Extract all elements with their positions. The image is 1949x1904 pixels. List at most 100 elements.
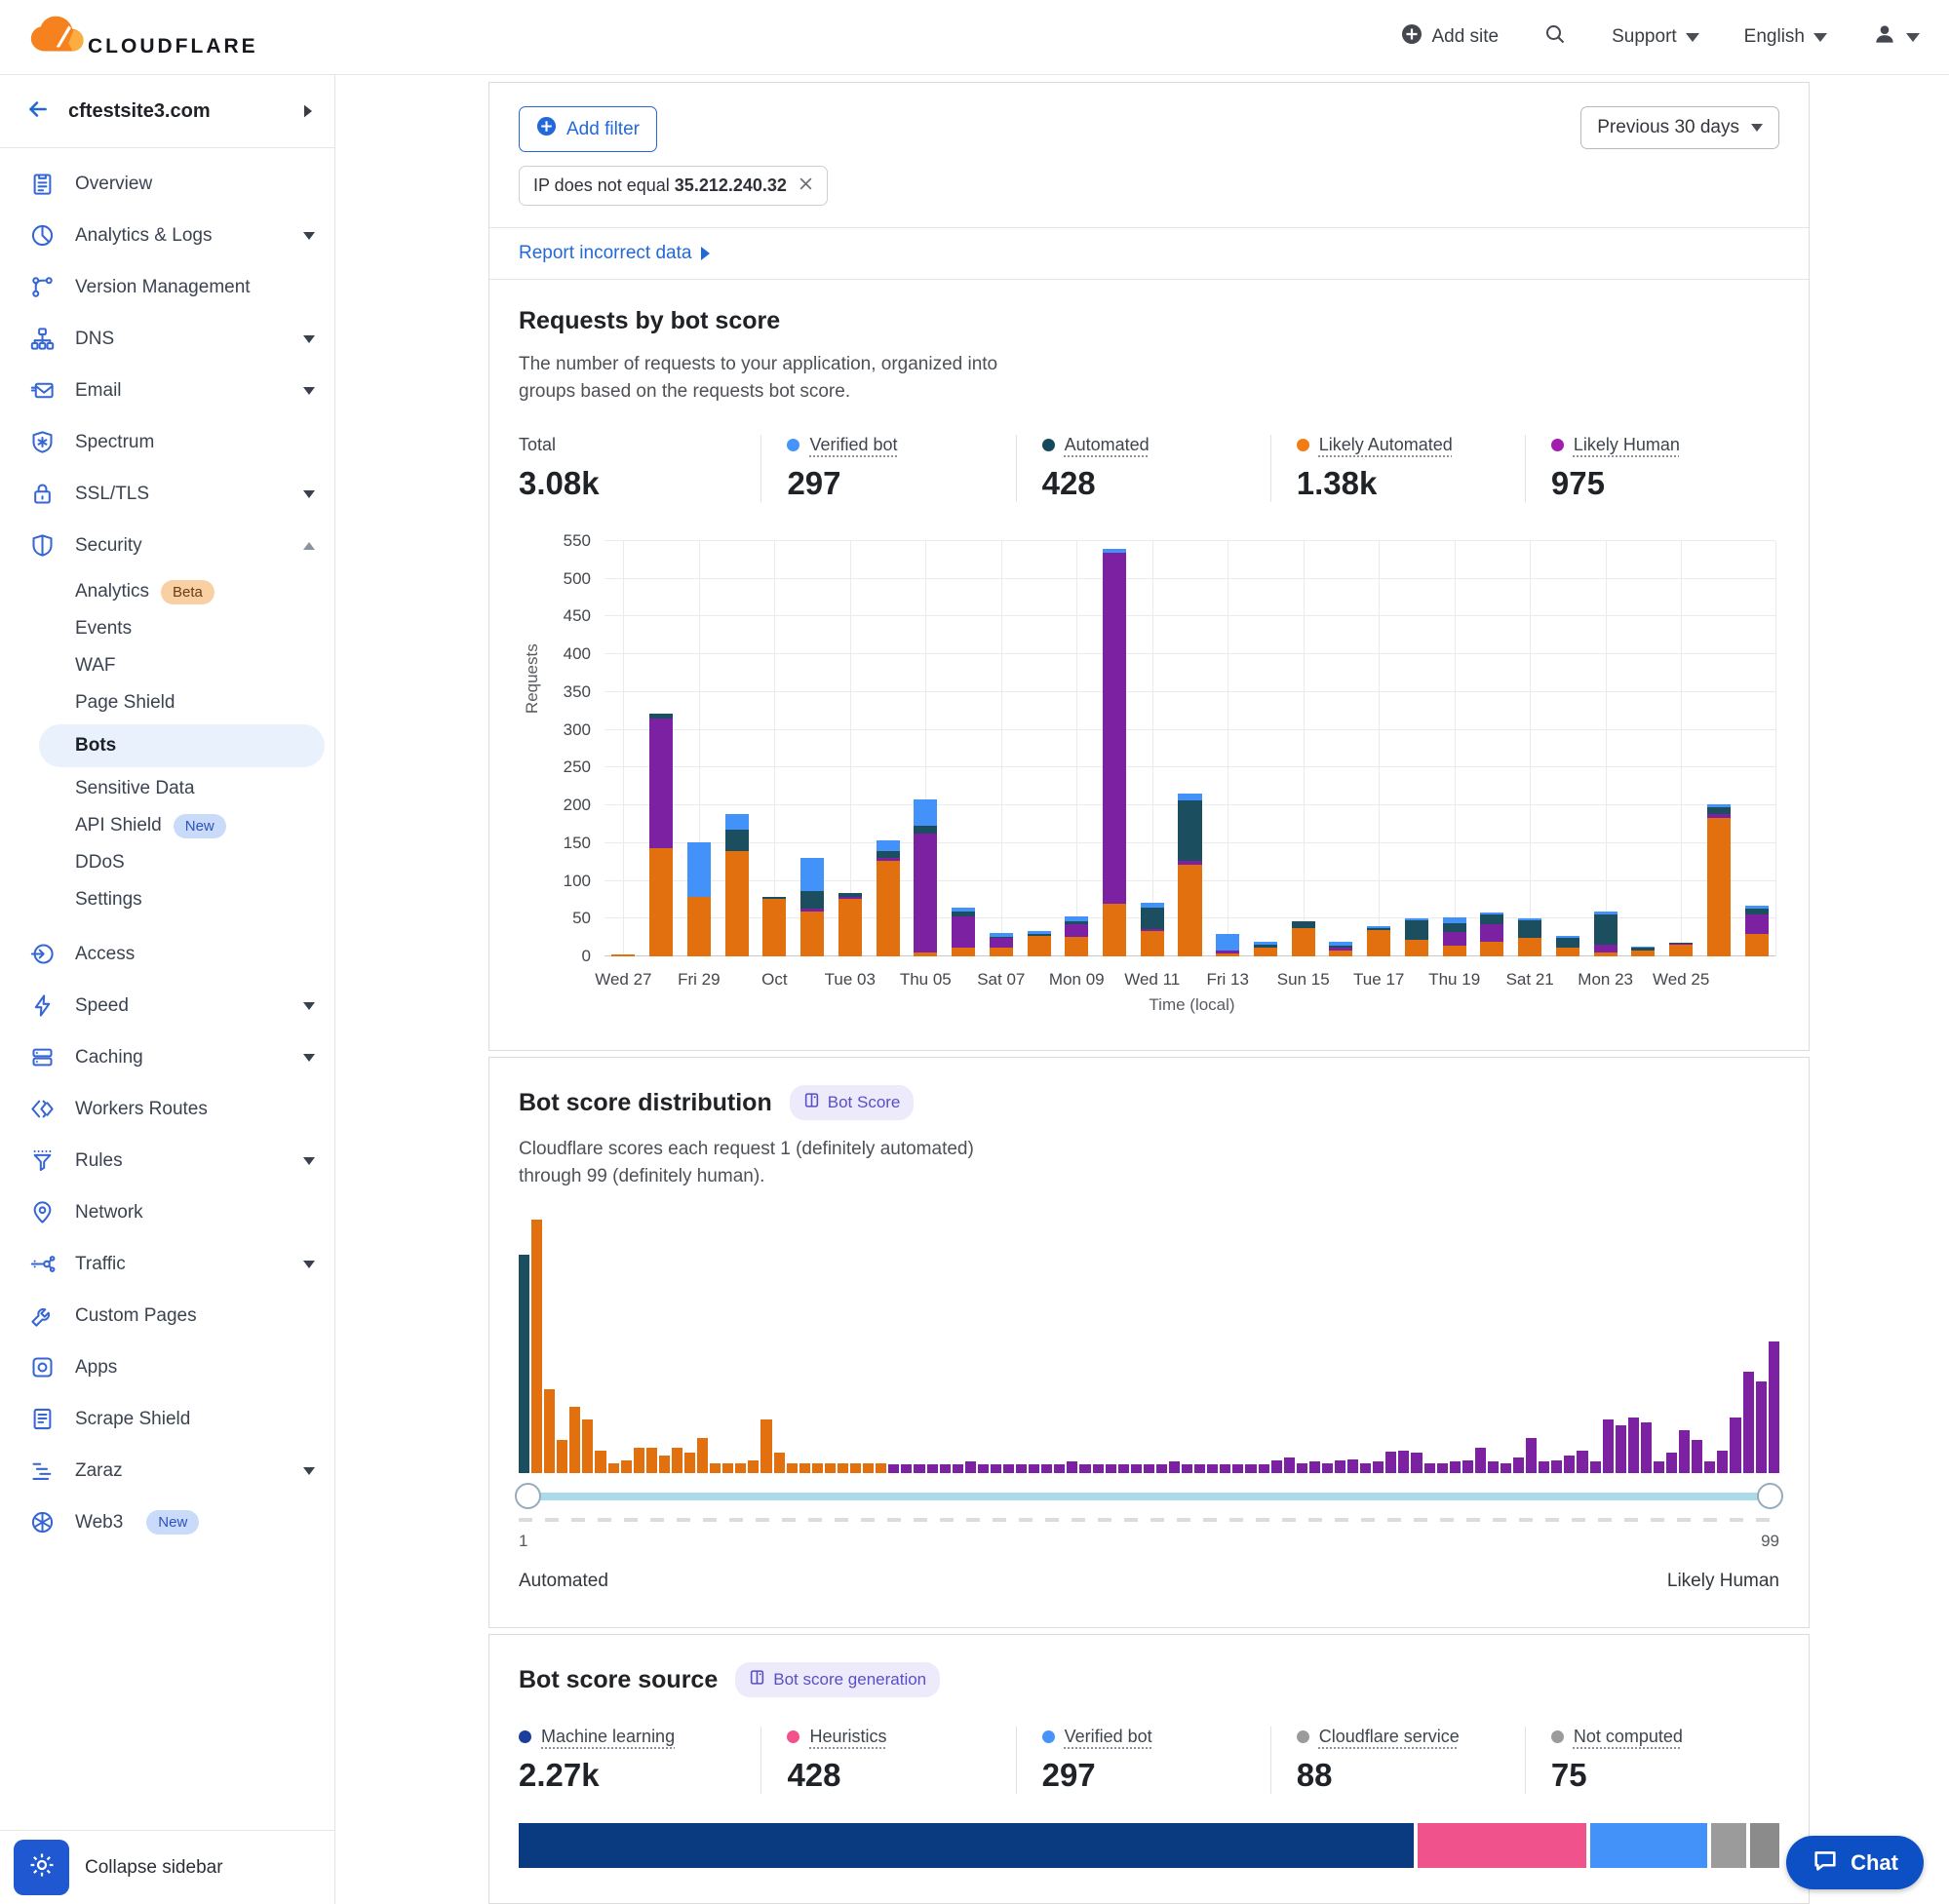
sidebar-item-page-shield[interactable]: Page Shield [0,684,334,721]
sidebar-item-web3[interactable]: Web3New [0,1496,334,1548]
score-bar-46[interactable] [1093,1464,1104,1473]
bar-segment-automated[interactable] [990,937,1013,939]
score-bar-17[interactable] [722,1463,733,1473]
score-bar-61[interactable] [1284,1457,1295,1473]
stat-label[interactable]: Total [519,435,556,455]
score-bar-84[interactable] [1577,1451,1587,1473]
score-bar-9[interactable] [621,1460,632,1473]
score-bar-50[interactable] [1144,1464,1154,1473]
bar-segment-likely-human[interactable] [1178,861,1201,864]
score-bar-40[interactable] [1016,1464,1027,1473]
score-bar-58[interactable] [1245,1464,1256,1473]
bar-segment-likely-automated[interactable] [1745,934,1769,956]
source-segment-machine-learning[interactable] [519,1823,1414,1868]
bar-segment-automated[interactable] [838,893,862,897]
chevron-right-icon[interactable] [304,105,312,118]
bar-segment-automated[interactable] [800,891,824,910]
score-bar-19[interactable] [748,1460,759,1473]
sidebar-item-overview[interactable]: Overview [0,158,334,210]
score-bar-13[interactable] [672,1448,682,1473]
score-bar-85[interactable] [1590,1461,1601,1473]
bar-segment-automated[interactable] [1028,934,1051,936]
score-bar-62[interactable] [1297,1463,1307,1473]
bar-segment-verified-bot[interactable] [952,908,975,912]
score-bar-45[interactable] [1079,1464,1090,1473]
score-bar-69[interactable] [1385,1452,1396,1473]
bar-segment-likely-human[interactable] [1707,814,1731,818]
bar-segment-automated[interactable] [1518,920,1541,938]
add-site-button[interactable]: Add site [1401,23,1499,51]
score-bar-48[interactable] [1118,1464,1129,1473]
bar-segment-likely-automated[interactable] [1480,942,1503,956]
score-bar-14[interactable] [684,1453,695,1473]
sidebar-item-rules[interactable]: Rules [0,1135,334,1186]
score-bar-74[interactable] [1450,1461,1461,1473]
score-bar-35[interactable] [953,1464,963,1473]
close-icon[interactable] [799,175,813,196]
bar-segment-automated[interactable] [1141,908,1164,929]
score-bar-33[interactable] [927,1464,938,1473]
score-bar-89[interactable] [1641,1422,1652,1473]
score-bar-5[interactable] [569,1407,580,1473]
sidebar-item-api-shield[interactable]: API ShieldNew [0,807,334,844]
score-bar-1[interactable] [519,1255,529,1473]
score-bar-24[interactable] [812,1463,823,1473]
score-bar-28[interactable] [863,1463,874,1473]
bar-segment-verified-bot[interactable] [1556,936,1579,938]
score-bar-49[interactable] [1131,1464,1142,1473]
sidebar-item-security[interactable]: Security [0,520,334,571]
score-bar-29[interactable] [876,1463,886,1473]
bar-segment-verified-bot[interactable] [1141,903,1164,908]
sidebar-item-caching[interactable]: Caching [0,1031,334,1083]
bar-segment-verified-bot[interactable] [990,933,1013,937]
score-bar-42[interactable] [1041,1464,1052,1473]
sidebar-item-zaraz[interactable]: Zaraz [0,1445,334,1496]
bar-segment-verified-bot[interactable] [1480,913,1503,914]
bot-score-badge[interactable]: Bot Score [790,1085,915,1120]
slider-track[interactable] [519,1493,1779,1500]
score-bar-63[interactable] [1309,1461,1320,1473]
bar-segment-likely-automated[interactable] [725,851,749,956]
bar-segment-verified-bot[interactable] [800,858,824,891]
bar-segment-likely-human[interactable] [990,938,1013,948]
score-bar-22[interactable] [787,1463,798,1473]
sidebar-item-network[interactable]: Network [0,1186,334,1238]
score-bar-23[interactable] [799,1463,810,1473]
sidebar-item-analytics-logs[interactable]: Analytics & Logs [0,210,334,261]
bar-segment-verified-bot[interactable] [1367,926,1390,928]
sidebar-item-access[interactable]: Access [0,928,334,980]
bar-segment-verified-bot[interactable] [1707,804,1731,808]
bar-segment-likely-automated[interactable] [611,954,635,956]
bar-segment-verified-bot[interactable] [1443,917,1466,923]
score-bar-38[interactable] [991,1464,1001,1473]
bar-segment-automated[interactable] [1556,938,1579,947]
bar-segment-automated[interactable] [1745,909,1769,914]
score-bar-99[interactable] [1769,1341,1779,1473]
bar-segment-likely-human[interactable] [1216,951,1239,953]
bar-segment-verified-bot[interactable] [1594,912,1618,915]
score-bar-3[interactable] [544,1389,555,1473]
score-bar-32[interactable] [914,1464,924,1473]
bar-segment-likely-automated[interactable] [1707,818,1731,956]
sidebar-item-ssl-tls[interactable]: SSL/TLS [0,468,334,520]
score-bar-86[interactable] [1603,1419,1614,1473]
score-bar-64[interactable] [1322,1463,1333,1473]
score-bar-65[interactable] [1335,1460,1345,1473]
score-bar-20[interactable] [760,1419,771,1473]
bar-segment-likely-automated[interactable] [1216,953,1239,956]
bar-segment-likely-automated[interactable] [1292,928,1315,956]
bar-segment-automated[interactable] [952,912,975,916]
stat-label[interactable]: Verified bot [809,435,897,455]
stat-label[interactable]: Likely Human [1574,435,1680,455]
score-bar-81[interactable] [1539,1461,1549,1473]
bar-segment-likely-human[interactable] [952,916,975,949]
score-bar-47[interactable] [1106,1464,1116,1473]
sidebar-item-version-management[interactable]: Version Management [0,261,334,313]
bot-score-generation-badge[interactable]: Bot score generation [735,1662,940,1697]
bar-segment-likely-human[interactable] [800,909,824,912]
score-bar-56[interactable] [1220,1464,1230,1473]
score-bar-31[interactable] [901,1464,912,1473]
score-bar-92[interactable] [1679,1430,1690,1473]
bar-segment-likely-human[interactable] [1065,924,1088,937]
score-bar-98[interactable] [1756,1381,1767,1473]
